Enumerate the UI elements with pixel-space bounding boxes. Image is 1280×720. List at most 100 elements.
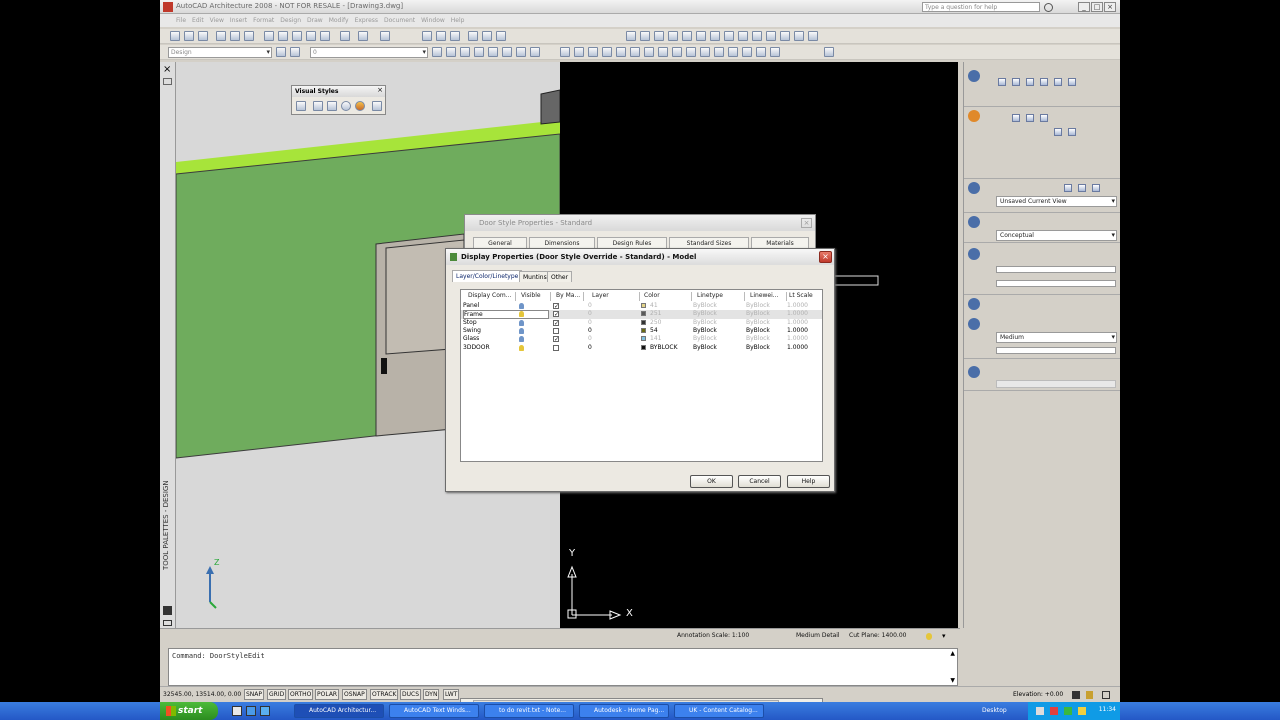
- annotation-field[interactable]: [996, 380, 1116, 388]
- ellipse-icon[interactable]: [724, 31, 734, 41]
- layer-lock-icon[interactable]: [488, 47, 498, 57]
- menu-help[interactable]: Help: [451, 14, 465, 27]
- col-color[interactable]: Color: [644, 292, 660, 299]
- block-editor-icon[interactable]: [320, 31, 330, 41]
- component-name[interactable]: Glass: [463, 335, 479, 342]
- close-button[interactable]: ×: [1104, 2, 1116, 12]
- offset-icon[interactable]: [602, 47, 612, 57]
- tab-layer-color-linetype[interactable]: Layer/Color/Linetype: [452, 270, 523, 282]
- display-components-grid[interactable]: Display Com... Visible By Ma... Layer Co…: [460, 289, 823, 462]
- dashboard-subtract-icon[interactable]: [1068, 128, 1076, 136]
- component-name[interactable]: Stop: [463, 319, 477, 326]
- pan-icon[interactable]: [380, 31, 390, 41]
- render-panel-icon[interactable]: [968, 318, 980, 330]
- pencil-icon[interactable]: [824, 47, 834, 57]
- fillet-icon[interactable]: [742, 47, 752, 57]
- render-quality-combo[interactable]: Medium: [996, 332, 1117, 343]
- ducs-toggle[interactable]: DUCS: [400, 689, 422, 700]
- spline-icon[interactable]: [710, 31, 720, 41]
- open-icon[interactable]: [184, 31, 194, 41]
- 3d-wireframe-icon[interactable]: [313, 101, 323, 111]
- ltscale-cell[interactable]: 1.0000: [787, 335, 808, 342]
- paste-icon[interactable]: [292, 31, 302, 41]
- help-button[interactable]: Help: [787, 475, 830, 488]
- mtext-icon[interactable]: [808, 31, 818, 41]
- table-row[interactable]: Stop ✓ 0 250 ByBlock ByBlock 1.0000: [461, 319, 822, 327]
- table-icon[interactable]: [794, 31, 804, 41]
- task-autocad[interactable]: AutoCAD Architectur...: [294, 704, 384, 718]
- dashboard-sphere-icon[interactable]: [1026, 114, 1034, 122]
- col-by-material[interactable]: By Ma...: [556, 292, 580, 299]
- dashboard-circle-icon[interactable]: [1040, 78, 1048, 86]
- visual-styles-close-icon[interactable]: ×: [377, 86, 383, 94]
- color-swatch[interactable]: [641, 336, 646, 342]
- linetype-cell[interactable]: ByBlock: [693, 344, 717, 351]
- copy-icon[interactable]: [278, 31, 288, 41]
- by-material-checkbox[interactable]: [553, 344, 559, 351]
- menu-express[interactable]: Express: [355, 14, 378, 27]
- stretch-icon[interactable]: [672, 47, 682, 57]
- tray-settings-icon[interactable]: [1072, 691, 1080, 699]
- zoom-previous-icon[interactable]: [450, 31, 460, 41]
- layer-manager-icon[interactable]: [276, 47, 286, 57]
- named-view-combo[interactable]: Unsaved Current View: [996, 196, 1117, 207]
- copy-object-icon[interactable]: [574, 47, 584, 57]
- lineweight-cell[interactable]: ByBlock: [746, 302, 770, 309]
- plot-icon[interactable]: [216, 31, 226, 41]
- visual-styles-manager-icon[interactable]: [372, 101, 382, 111]
- lineweight-cell[interactable]: ByBlock: [746, 327, 770, 334]
- task-notepad[interactable]: to do revit.txt - Note...: [484, 704, 574, 718]
- polyline-icon[interactable]: [640, 31, 650, 41]
- color-cell[interactable]: 250: [650, 319, 661, 326]
- menu-format[interactable]: Format: [253, 14, 274, 27]
- 3d-navigate-panel-icon[interactable]: [968, 182, 980, 194]
- linetype-cell[interactable]: ByBlock: [693, 302, 717, 309]
- tab-muntins[interactable]: Muntins: [519, 271, 551, 282]
- visible-bulb-icon[interactable]: [519, 344, 524, 351]
- linetype-cell[interactable]: ByBlock: [693, 319, 717, 326]
- publish-icon[interactable]: [244, 31, 254, 41]
- minimize-button[interactable]: _: [1078, 2, 1090, 12]
- command-scroll-down-icon[interactable]: ▼: [950, 677, 955, 684]
- by-material-checkbox[interactable]: [553, 327, 559, 334]
- menu-edit[interactable]: Edit: [192, 14, 204, 27]
- cancel-button[interactable]: Cancel: [738, 475, 781, 488]
- layer-match-icon[interactable]: [516, 47, 526, 57]
- line-icon[interactable]: [626, 31, 636, 41]
- layer-change-icon[interactable]: [530, 47, 540, 57]
- layer-freeze-icon[interactable]: [474, 47, 484, 57]
- table-row[interactable]: Panel ✓ 0 41 ByBlock ByBlock 1.0000: [461, 302, 822, 310]
- help-question-input[interactable]: Type a question for help: [922, 2, 1040, 12]
- annotation-scale-label[interactable]: Annotation Scale: 1:100: [677, 632, 749, 639]
- tray-update-icon[interactable]: [1064, 707, 1072, 715]
- properties-icon[interactable]: [468, 31, 478, 41]
- menu-insert[interactable]: Insert: [230, 14, 247, 27]
- col-layer[interactable]: Layer: [592, 292, 609, 299]
- 3d-make-panel-icon[interactable]: [968, 110, 980, 122]
- region-icon[interactable]: [780, 31, 790, 41]
- table-row[interactable]: 3DDOOR 0 BYBLOCK ByBlock ByBlock 1.0000: [461, 344, 822, 352]
- tray-network-icon[interactable]: [1036, 707, 1044, 715]
- visible-bulb-icon[interactable]: [519, 311, 524, 318]
- lineweight-cell[interactable]: ByBlock: [746, 335, 770, 342]
- osnap-toggle[interactable]: OSNAP: [342, 689, 367, 700]
- ltscale-cell[interactable]: 1.0000: [787, 302, 808, 309]
- color-swatch[interactable]: [641, 303, 646, 308]
- 2d-wireframe-icon[interactable]: [296, 101, 306, 111]
- menu-design[interactable]: Design: [280, 14, 301, 27]
- detail-level-label[interactable]: Medium Detail: [796, 632, 840, 639]
- array-icon[interactable]: [616, 47, 626, 57]
- ok-button[interactable]: OK: [690, 475, 733, 488]
- menu-window[interactable]: Window: [421, 14, 445, 27]
- task-autocad-text[interactable]: AutoCAD Text Winds...: [389, 704, 479, 718]
- color-cell[interactable]: 41: [650, 302, 658, 309]
- component-name[interactable]: 3DDOOR: [463, 344, 490, 351]
- save-icon[interactable]: [198, 31, 208, 41]
- ltscale-cell[interactable]: 1.0000: [787, 319, 808, 326]
- menu-draw[interactable]: Draw: [307, 14, 323, 27]
- table-row[interactable]: Swing 0 54 ByBlock ByBlock 1.0000: [461, 327, 822, 335]
- linetype-cell[interactable]: ByBlock: [693, 310, 717, 317]
- grid-toggle[interactable]: GRID: [267, 689, 287, 700]
- menu-view[interactable]: View: [210, 14, 224, 27]
- edit-icon[interactable]: [770, 47, 780, 57]
